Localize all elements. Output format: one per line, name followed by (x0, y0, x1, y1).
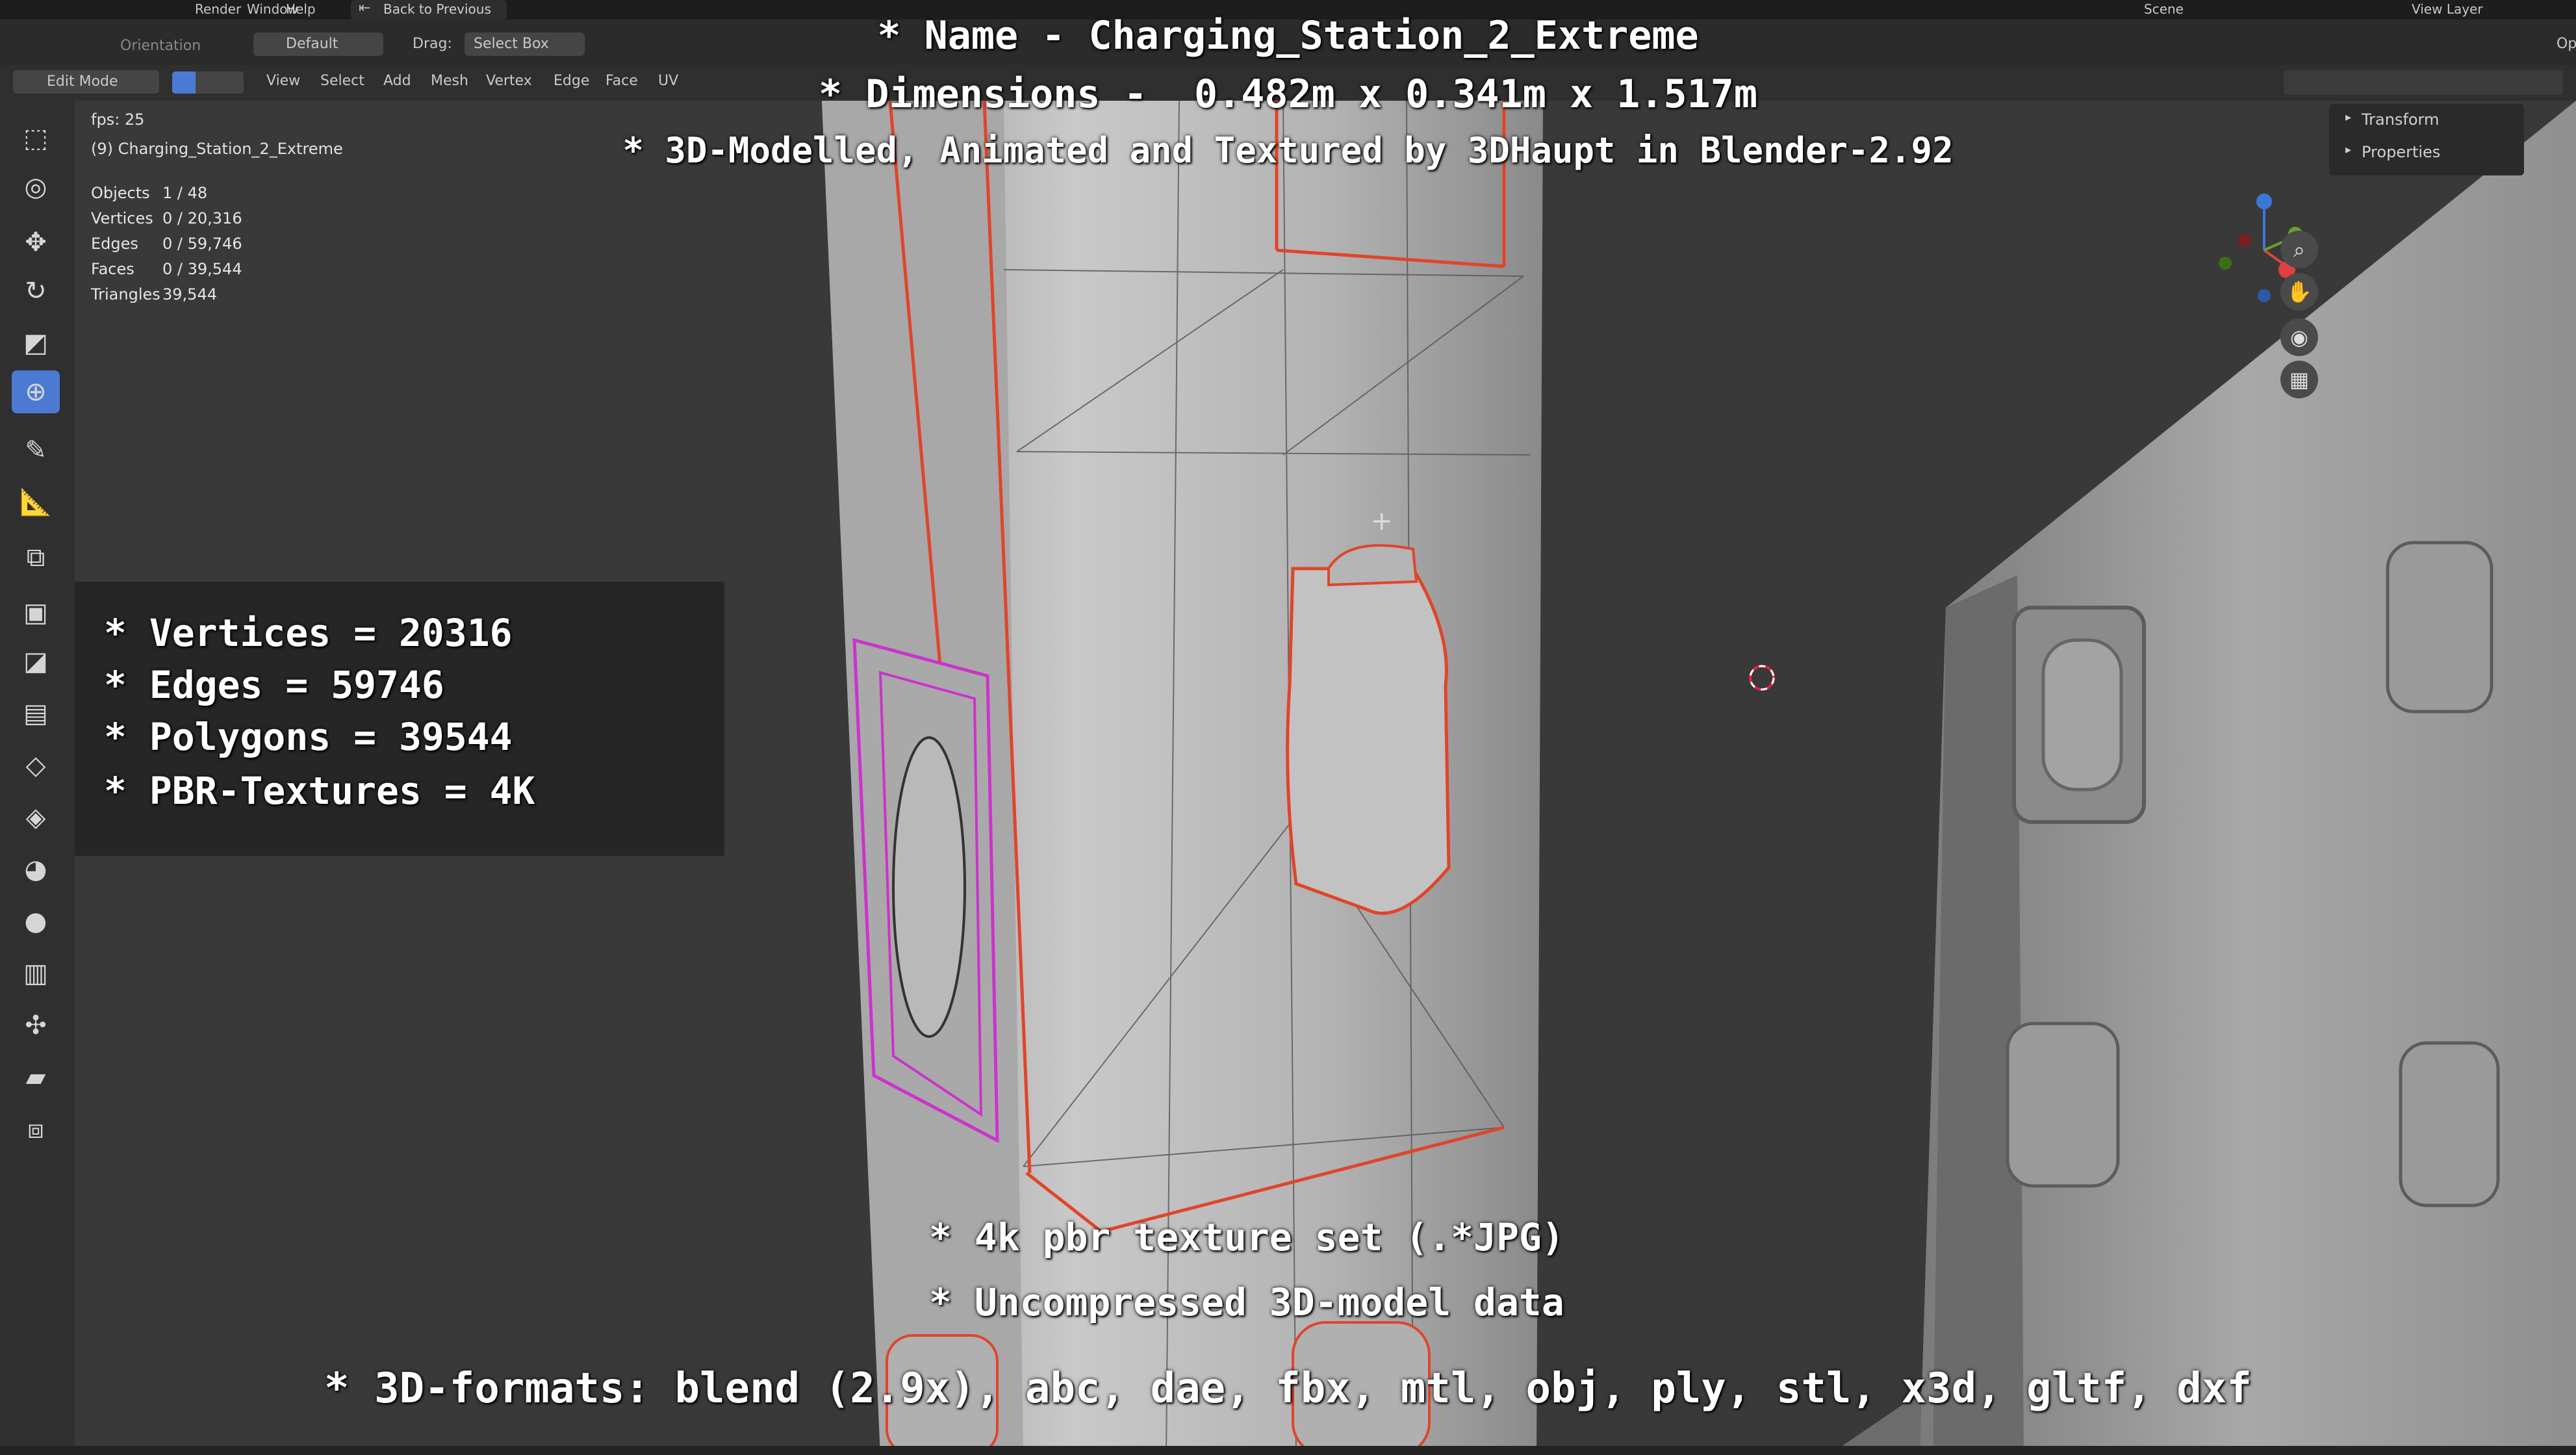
smooth-icon: ● (24, 907, 47, 936)
bevel-icon: ◪ (23, 647, 48, 676)
transform-tool[interactable]: ⊕ (12, 370, 60, 413)
move-tool[interactable]: ✥ (12, 221, 60, 264)
shear-icon: ▰ (25, 1062, 46, 1092)
spec-vertices: * Vertices = 20316 (104, 611, 513, 655)
scale-icon: ◩ (23, 328, 48, 358)
move-icon: ✥ (25, 227, 47, 257)
status-bar (0, 1446, 2576, 1455)
extrude-tool[interactable]: ⧉ (12, 536, 60, 579)
spec-edges: * Edges = 59746 (104, 663, 444, 707)
rip-icon: ⧈ (27, 1114, 44, 1144)
hand-icon: ✋ (2286, 279, 2312, 304)
smooth-tool[interactable]: ● (12, 900, 60, 943)
stat-row: Faces 0 / 39,544 (91, 260, 242, 278)
stat-row: Edges 0 / 59,746 (91, 235, 242, 253)
camera-icon: ◉ (2290, 325, 2308, 350)
inset-icon: ▣ (23, 598, 48, 628)
scene-statistics: Objects 1 / 48 Vertices 0 / 20,316 Edges 0 … (91, 181, 242, 307)
knife-icon: ◇ (25, 751, 46, 780)
cursor-icon: ◎ (24, 172, 47, 202)
extrude-icon: ⧉ (26, 543, 45, 573)
zoom-icon: ⌕ (2293, 237, 2305, 262)
camera-view-button[interactable]: ◉ (2280, 318, 2318, 356)
perspective-toggle-button[interactable]: ▦ (2280, 361, 2318, 398)
rotate-icon: ↻ (25, 276, 47, 306)
loop-cut-tool[interactable]: ▤ (12, 692, 60, 735)
stat-row: Objects 1 / 48 (91, 184, 208, 202)
spin-tool[interactable]: ◕ (12, 848, 60, 891)
overlay-dimensions: * Dimensions - 0.482m x 0.341m x 1.517m (819, 71, 1757, 117)
measure-icon: 📐 (19, 487, 52, 517)
edge-slide-icon: ▥ (23, 959, 48, 988)
formats-line: * 3D-formats: blend (2.9x), abc, dae, fb… (324, 1365, 2252, 1413)
center-socket (1286, 544, 1451, 915)
model-data-note: * Uncompressed 3D-model data (929, 1280, 1564, 1324)
edge-slide-tool[interactable]: ▥ (12, 952, 60, 995)
overlay-credit: * 3D-Modelled, Animated and Textured by … (622, 130, 1954, 171)
knife-tool[interactable]: ◇ (12, 744, 60, 787)
shrink-icon: ✣ (25, 1011, 47, 1040)
svg-text:+: + (1371, 506, 1393, 536)
overlay-title: * Name - Charging_Station_2_Extreme (877, 13, 1699, 58)
grid-icon: ▦ (2289, 367, 2310, 392)
poly-build-tool[interactable]: ◈ (12, 796, 60, 839)
shrink-tool[interactable]: ✣ (12, 1004, 60, 1047)
file-path-info (1, 1, 6, 10)
inset-tool[interactable]: ▣ (12, 591, 60, 634)
loop-cut-icon: ▤ (23, 699, 48, 728)
transform-icon: ⊕ (25, 377, 47, 407)
rotate-tool[interactable]: ↻ (12, 270, 60, 313)
annotate-icon: ✎ (25, 435, 47, 465)
stat-row: Vertices 0 / 20,316 (91, 209, 242, 227)
annotate-tool[interactable]: ✎ (12, 429, 60, 472)
spec-textures: * PBR-Textures = 4K (104, 769, 535, 813)
zoom-button[interactable]: ⌕ (2280, 231, 2318, 268)
spin-icon: ◕ (24, 855, 47, 884)
poly-build-icon: ◈ (25, 803, 46, 832)
measure-tool[interactable]: 📐 (12, 481, 60, 524)
rip-tool[interactable]: ⧈ (12, 1108, 60, 1151)
tool-column: ⬚ ◎ ✥ ↻ ◩ ⊕ ✎ 📐 ⧉ ▣ ◪ ▤ ◇ ◈ ◕ ● ▥ ✣ ▰ ⧈ (0, 101, 75, 1455)
bevel-tool[interactable]: ◪ (12, 640, 60, 683)
pan-button[interactable]: ✋ (2280, 273, 2318, 311)
spec-polygons: * Polygons = 39544 (104, 715, 513, 759)
scale-tool[interactable]: ◩ (12, 322, 60, 365)
stat-row: Triangles 39,544 (91, 285, 217, 303)
cursor-tool[interactable]: ◎ (12, 166, 60, 209)
shear-tool[interactable]: ▰ (12, 1056, 60, 1099)
texture-note: * 4k pbr texture set (.*JPG) (929, 1215, 1564, 1259)
